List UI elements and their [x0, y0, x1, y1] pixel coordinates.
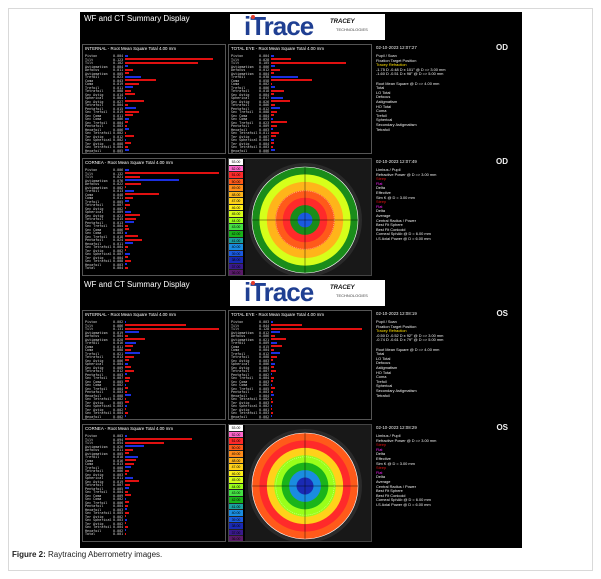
corneal-map-image	[245, 159, 371, 275]
zernike-value: 0.003	[113, 152, 124, 154]
zernike-row: Total 0.003	[85, 418, 223, 420]
zernike-label: Total	[85, 532, 96, 536]
eye-label: OS	[496, 424, 508, 432]
info2-header: 02-10-2023 12:07:49 OD	[374, 158, 520, 167]
total-header: TOTAL EYE - Root Mean Square Total 4.00 …	[231, 312, 325, 317]
total-panel: TOTAL EYE - Root Mean Square Total 4.00 …	[228, 310, 372, 420]
zernike-label: Total	[85, 266, 96, 270]
brand-name: TRACEY	[330, 19, 355, 25]
total-header: TOTAL EYE - Root Mean Square Total 4.00 …	[231, 46, 325, 51]
zernike-row: Total 0.002	[231, 152, 369, 154]
eye-label: OS	[496, 310, 508, 318]
cornea-header: CORNEA - Root Mean Square Total 4.00 mm	[85, 160, 174, 165]
axial-map-panel: 53.00 52.00 51.00 50.00 49.00 48.00 47.00 46.00…	[228, 424, 372, 542]
zernike-label: Total	[231, 418, 242, 420]
logo-dot-icon	[251, 281, 255, 285]
zernike-row: Total 0.001	[85, 532, 223, 536]
total-rows: Piston 0.003 Tilt 0.044 Tilt 0.128 Astigmatism…	[231, 320, 369, 419]
zernike-value: 0.001	[113, 532, 124, 536]
cornea-panel: CORNEA - Root Mean Square Total 4.00 mm P…	[82, 158, 226, 276]
scale-step: 36.00	[229, 536, 243, 541]
caption-label: Figure 2:	[12, 550, 46, 559]
itrace-capture-os: WF and CT Summary Display iTrace TRACEY TEC…	[80, 278, 522, 548]
zernike-row: Total 0.003	[85, 152, 223, 154]
info2-panel: 02-10-2023 12:08:29 OS Limbus / Pupil Refra…	[374, 424, 520, 542]
itrace-capture-od: WF and CT Summary Display iTrace TRACEY TEC…	[80, 12, 522, 282]
internal-panel: INTERNAL - Root Mean Square Total 4.00 m…	[82, 44, 226, 154]
zernike-label: Total	[85, 418, 96, 420]
exam-date: 02-10-2023 12:08:19	[376, 311, 417, 316]
color-scale: 53.00 52.00 51.00 50.00 49.00 48.00 47.00 46.00…	[229, 425, 243, 541]
info-line: i-S Axial Power @ D = 6.00 mm	[376, 235, 431, 241]
zernike-row: Total 0.004	[85, 266, 223, 270]
info1-panel: 02-10-2023 12:08:19 OS Pupil / Scan Fixatio…	[374, 310, 520, 420]
info-line: Tetrafoil	[376, 392, 390, 398]
display-title: WF and CT Summary Display	[84, 280, 190, 289]
brand-subtitle: TECHNOLOGIES	[336, 27, 368, 32]
eye-label: OD	[496, 44, 508, 52]
brand-subtitle: TECHNOLOGIES	[336, 293, 368, 298]
itrace-logo: iTrace TRACEY TECHNOLOGIES	[230, 12, 385, 41]
internal-header: INTERNAL - Root Mean Square Total 4.00 m…	[85, 46, 177, 51]
internal-panel: INTERNAL - Root Mean Square Total 4.00 m…	[82, 310, 226, 420]
display-title: WF and CT Summary Display	[84, 14, 190, 23]
corneal-map-image	[245, 425, 371, 541]
axial-map-panel: 53.00 52.00 51.00 50.00 49.00 48.00 47.00 46.00…	[228, 158, 372, 276]
total-rows: Piston 0.004 Tilt 0.028 Tilt 0.105 Astigmatism…	[231, 54, 369, 153]
exam-date: 02-10-2023 12:08:29	[376, 425, 417, 430]
cornea-panel: CORNEA - Root Mean Square Total 4.00 mm P…	[82, 424, 226, 542]
cornea-rows: Piston 0.006 Tilt 0.132 Tilt 0.021 Astigmatism…	[85, 168, 223, 270]
exam-date: 02-10-2023 12:07:49	[376, 159, 417, 164]
zernike-bar	[125, 532, 126, 535]
zernike-label: Total	[231, 152, 242, 154]
zernike-bar	[125, 266, 128, 269]
zernike-value: 0.002	[259, 152, 270, 154]
total-panel: TOTAL EYE - Root Mean Square Total 4.00 …	[228, 44, 372, 154]
eye-label: OD	[496, 158, 508, 166]
logo-dot-icon	[251, 15, 255, 19]
cornea-header: CORNEA - Root Mean Square Total 4.00 mm	[85, 426, 174, 431]
info1-header: 02-10-2023 12:07:27 OD	[374, 44, 520, 53]
itrace-logo: iTrace TRACEY TECHNOLOGIES	[230, 278, 385, 307]
caption-text: Raytracing Aberrometry images.	[45, 550, 163, 559]
internal-header: INTERNAL - Root Mean Square Total 4.00 m…	[85, 312, 177, 317]
zernike-value: 0.002	[259, 418, 270, 420]
zernike-bar	[125, 418, 128, 419]
info1-header: 02-10-2023 12:08:19 OS	[374, 310, 520, 319]
brand-name: TRACEY	[330, 285, 355, 291]
zernike-value: 0.003	[113, 418, 124, 420]
info1-panel: 02-10-2023 12:07:27 OD Pupil / Scan Fixatio…	[374, 44, 520, 154]
cornea-rows: Piston 0.003 Tilt 0.094 Tilt 0.054 Astigmatism…	[85, 434, 223, 536]
scale-step: 36.00	[229, 270, 243, 275]
internal-rows: Piston 0.002 Tilt 0.086 Tilt 0.131 Astigmatism…	[85, 320, 223, 419]
info-line: i-S Axial Power @ D = 6.00 mm	[376, 501, 431, 507]
info2-panel: 02-10-2023 12:07:49 OD Limbus / Pupil Refra…	[374, 158, 520, 276]
exam-date: 02-10-2023 12:07:27	[376, 45, 417, 50]
info2-header: 02-10-2023 12:08:29 OS	[374, 424, 520, 433]
zernike-bar	[271, 152, 273, 153]
internal-rows: Piston 0.004 Tilt 0.123 Tilt 0.102 Astigmatism…	[85, 54, 223, 153]
figure-caption: Figure 2: Raytracing Aberrometry images.	[12, 550, 162, 559]
zernike-bar	[125, 152, 128, 153]
zernike-row: Total 0.002	[231, 418, 369, 420]
zernike-bar	[271, 418, 273, 419]
info-line: Tetrafoil	[376, 126, 390, 132]
color-scale: 53.00 52.00 51.00 50.00 49.00 48.00 47.00 46.00…	[229, 159, 243, 275]
zernike-label: Total	[85, 152, 96, 154]
zernike-value: 0.004	[113, 266, 124, 270]
